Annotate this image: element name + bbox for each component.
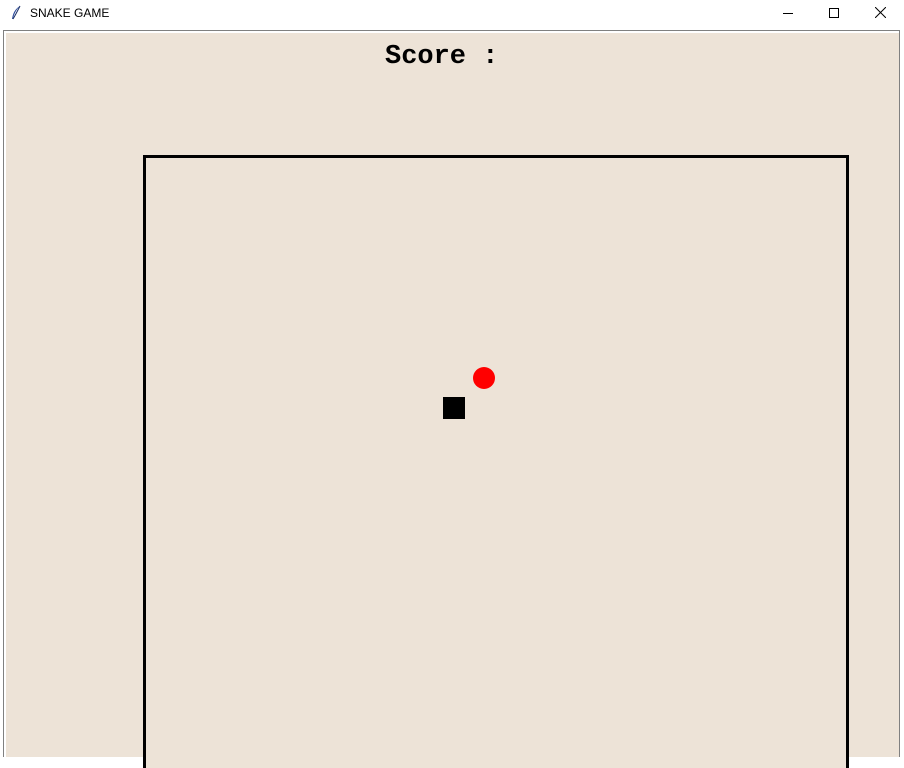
game-canvas[interactable] [143,155,849,768]
maximize-icon [829,5,839,23]
close-button[interactable] [857,0,903,28]
minimize-icon [783,5,793,23]
feather-icon [9,5,23,21]
minimize-button[interactable] [765,0,811,28]
maximize-button[interactable] [811,0,857,28]
score-label: Score : [385,42,499,72]
title-bar[interactable]: SNAKE GAME [0,0,904,28]
snake-head [443,397,465,419]
food-dot [473,367,495,389]
app-window: SNAKE GAME Score : [0,0,904,768]
window-title: SNAKE GAME [30,6,110,20]
close-icon [874,5,886,23]
